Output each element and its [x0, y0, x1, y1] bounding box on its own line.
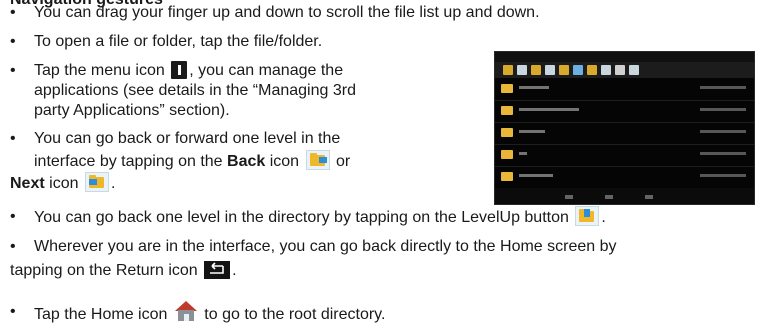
- bullet-marker: •: [10, 238, 16, 255]
- next-folder-icon: [84, 172, 109, 192]
- bullet-marker: •: [10, 62, 16, 79]
- toolbar-icon: [517, 65, 527, 75]
- file-row: [495, 80, 754, 101]
- bullet-text: To open a file or folder, tap the file/f…: [34, 33, 323, 50]
- bullet-marker: •: [10, 303, 16, 320]
- bullet-text: icon: [265, 153, 304, 170]
- toolbar-folder-icon: [531, 65, 541, 75]
- toolbar-folder-icon: [587, 65, 597, 75]
- bullet-text: You can go back one level in the directo…: [34, 209, 574, 226]
- return-icon: [204, 261, 231, 279]
- document-page: Navigation gestures • You can drag your …: [0, 0, 757, 330]
- bullet-text: applications (see details in the “Managi…: [34, 82, 356, 99]
- toolbar-folder-icon: [559, 65, 569, 75]
- toolbar-icon: [573, 65, 583, 75]
- bullet-bold-text: Next: [10, 175, 45, 192]
- menu-icon: [171, 61, 188, 79]
- bullet-marker: •: [10, 130, 16, 147]
- nav-recent-icon: [645, 195, 653, 199]
- file-manager-screenshot: [494, 51, 755, 205]
- file-row: [495, 124, 754, 145]
- nav-back-icon: [565, 195, 573, 199]
- folder-icon: [501, 128, 513, 137]
- folder-icon: [501, 150, 513, 159]
- bullet-text: icon: [44, 175, 83, 192]
- bullet-marker: •: [10, 208, 16, 225]
- folder-icon: [501, 106, 513, 115]
- back-folder-icon: [305, 150, 330, 170]
- file-row: [495, 168, 754, 189]
- bullet-line: Tap the menu icon , you can manage the: [34, 60, 343, 81]
- status-bar: [495, 52, 754, 62]
- bullet-text: , you can manage the: [189, 62, 344, 79]
- bullet-line: Tap the Home icon to go to the root dire…: [34, 301, 385, 325]
- file-row: [495, 146, 754, 167]
- bullet-text: or: [331, 153, 351, 170]
- toolbar-icon: [545, 65, 555, 75]
- bullet-text: .: [232, 262, 237, 279]
- bullet-text: party Applications” section).: [34, 102, 230, 119]
- bullet-text: .: [110, 175, 116, 192]
- bullet-line: tapping on the Return icon .: [10, 260, 237, 281]
- folder-icon: [501, 84, 513, 93]
- nav-home-icon: [605, 195, 613, 199]
- bullet-marker: •: [10, 33, 16, 50]
- folder-icon: [501, 172, 513, 181]
- bullet-marker: •: [10, 4, 16, 21]
- toolbar-icon: [601, 65, 611, 75]
- bullet-text: to go to the root directory.: [199, 306, 386, 323]
- bullet-text: Tap the menu icon: [34, 62, 170, 79]
- toolbar-icon: [615, 65, 625, 75]
- navigation-bar: [495, 188, 754, 204]
- toolbar-folder-icon: [503, 65, 513, 75]
- bullet-text: You can drag your finger up and down to …: [34, 4, 540, 21]
- home-icon: [174, 301, 198, 323]
- bullet-text: .: [601, 209, 606, 226]
- bullet-line: You can go back one level in the directo…: [34, 206, 606, 228]
- bullet-text: You can go back or forward one level in …: [34, 130, 341, 147]
- bullet-text: Tap the Home icon: [34, 306, 172, 323]
- bullet-line: Next icon .: [10, 172, 115, 194]
- file-row: [495, 102, 754, 123]
- toolbar-icon: [629, 65, 639, 75]
- bullet-text: Wherever you are in the interface, you c…: [34, 238, 617, 255]
- bullet-text: tapping on the Return icon: [10, 262, 203, 279]
- bullet-bold-text: Back: [227, 153, 266, 170]
- bullet-text: interface by tapping on the: [34, 153, 228, 170]
- bullet-line: interface by tapping on the Back icon or: [34, 150, 350, 172]
- levelup-folder-icon: [575, 206, 600, 226]
